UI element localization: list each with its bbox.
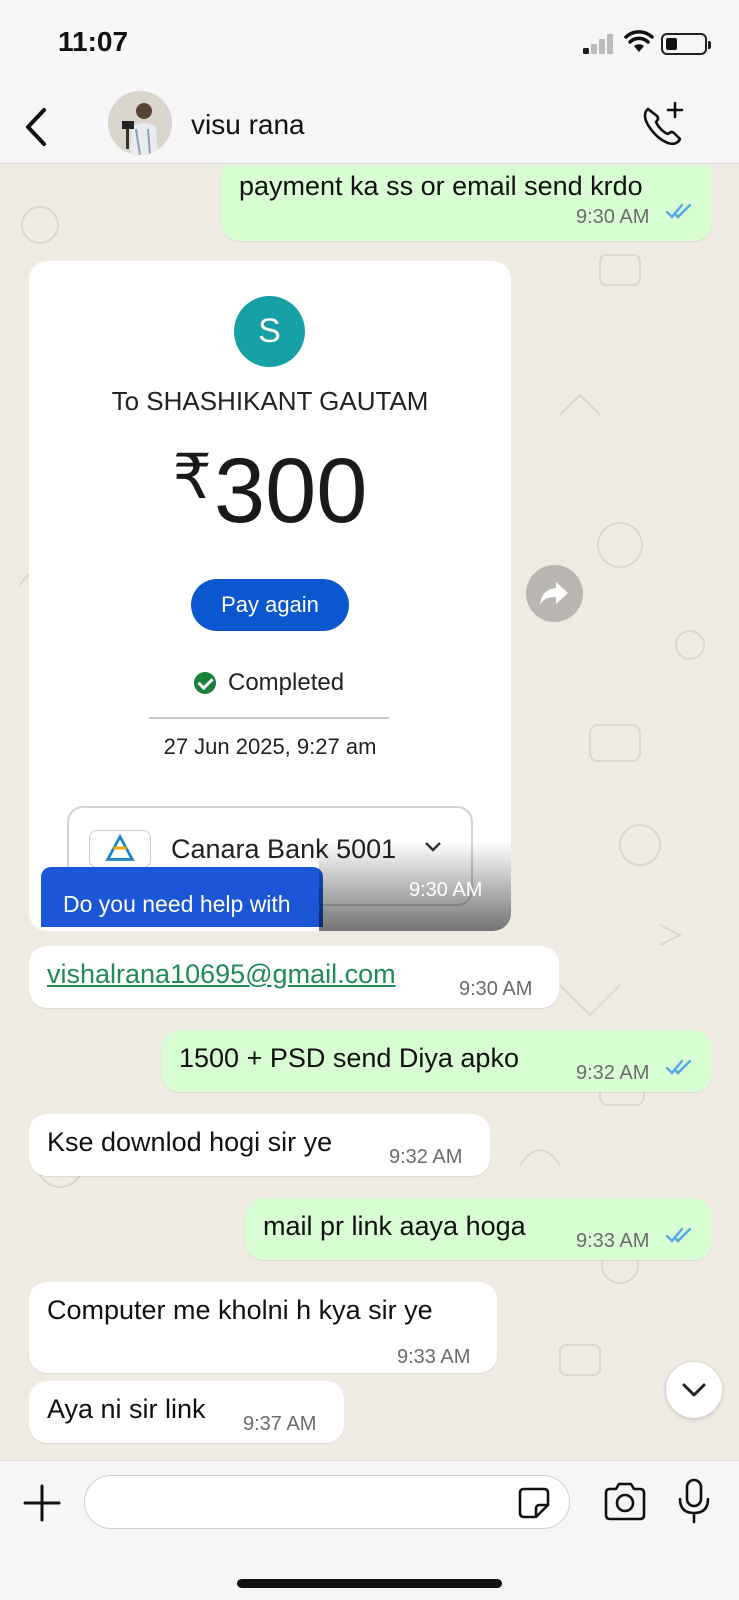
status-label: Completed [228,669,345,696]
status-bar: 11:07 [0,0,739,90]
message-time: 9:33 AM [397,1346,471,1368]
message-time: 9:37 AM [243,1413,317,1435]
message-text: Computer me kholni h kya sir ye [47,1295,433,1325]
message-time: 9:30 AM [576,206,650,228]
forward-button[interactable] [526,565,583,622]
check-circle-icon [194,672,216,694]
wifi-icon [624,30,654,52]
plus-icon[interactable] [22,1483,62,1523]
message-outgoing[interactable]: 1500 + PSD send Diya apko 9:32 AM [161,1030,712,1092]
forward-icon [540,582,568,605]
chat-area[interactable]: payment ka ss or email send krdo 9:30 AM… [0,165,739,1460]
recipient-name: To SHASHIKANT GAUTAM [111,386,429,416]
message-text: 1500 + PSD send Diya apko [179,1043,519,1073]
message-time: 9:33 AM [576,1230,650,1252]
message-time: 9:30 AM [459,978,533,1000]
scroll-to-bottom-button[interactable] [666,1362,722,1418]
read-receipt-icon [665,1059,692,1075]
message-text: Aya ni sir link [47,1394,206,1424]
message-incoming[interactable]: Kse downlod hogi sir ye 9:32 AM [29,1114,490,1176]
home-indicator [237,1579,502,1588]
payment-amount: ₹300 [29,439,511,544]
currency-symbol: ₹ [172,443,212,512]
pay-again-button: Pay again [191,579,349,631]
email-link[interactable]: vishalrana10695@gmail.com [47,957,396,991]
read-receipt-icon [665,1227,692,1243]
contact-avatar[interactable] [108,91,172,155]
message-outgoing[interactable]: payment ka ss or email send krdo 9:30 AM [221,165,712,241]
status-time: 11:07 [58,26,129,57]
sticker-icon[interactable] [516,1485,552,1521]
payment-date: 27 Jun 2025, 9:27 am [163,734,377,759]
message-time: 9:32 AM [576,1062,650,1084]
message-time: 9:30 AM [409,879,483,901]
message-text: Kse downlod hogi sir ye [47,1127,333,1157]
payment-status: Completed [194,669,344,697]
message-outgoing[interactable]: mail pr link aaya hoga 9:33 AM [245,1198,712,1260]
message-text: payment ka ss or email send krdo [239,171,643,201]
message-text: mail pr link aaya hoga [263,1211,526,1241]
add-call-icon[interactable] [638,100,688,150]
battery-icon [661,33,711,55]
message-composer [0,1460,739,1600]
divider [149,717,389,719]
message-incoming[interactable]: Computer me kholni h kya sir ye 9:33 AM [29,1282,497,1373]
cellular-signal-icon [583,34,615,54]
payment-screenshot-image[interactable]: S To SHASHIKANT GAUTAM ₹300 Pay again Co… [29,261,511,931]
message-incoming[interactable]: vishalrana10695@gmail.com 9:30 AM [29,946,559,1008]
help-banner: Do you need help with [41,867,323,927]
read-receipt-icon [665,203,692,219]
microphone-icon[interactable] [676,1477,712,1525]
chevron-down-icon [682,1383,706,1397]
amount-value: 300 [213,440,368,542]
back-chevron-icon[interactable] [18,102,58,152]
message-time: 9:32 AM [389,1146,463,1168]
recipient-avatar: S [234,296,305,367]
chat-header: visu rana [0,90,739,164]
bank-logo-icon [89,830,151,868]
camera-icon[interactable] [602,1481,648,1523]
message-input[interactable] [84,1475,570,1529]
message-incoming[interactable]: Aya ni sir link 9:37 AM [29,1381,344,1443]
contact-name[interactable]: visu rana [191,109,305,141]
